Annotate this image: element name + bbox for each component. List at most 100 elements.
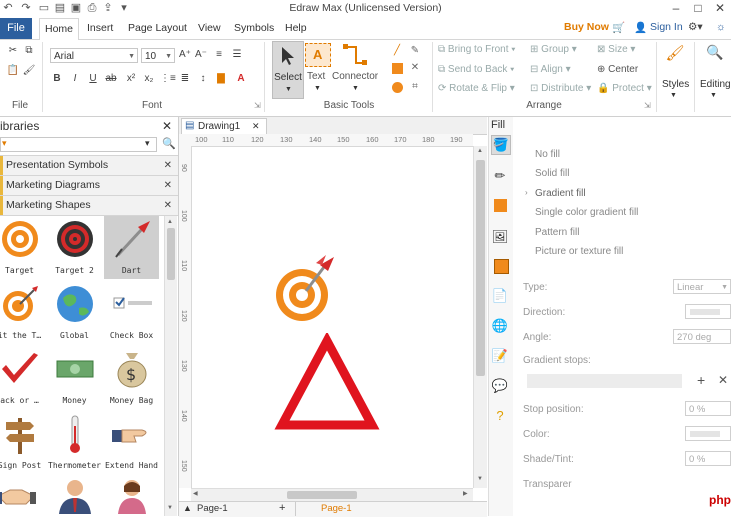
vertical-scroll-thumb[interactable] (476, 160, 485, 376)
redo-icon[interactable]: ↷ (20, 2, 32, 14)
document-tab-close-icon[interactable]: ✕ (252, 121, 260, 132)
gradient-type-select[interactable]: Linear ▼ (673, 279, 731, 294)
connector-dropdown-icon[interactable]: ▼ (352, 85, 359, 92)
drawing-canvas[interactable] (192, 147, 473, 488)
align-button[interactable]: ⊟ Align ▾ (530, 64, 571, 75)
shape-target-2[interactable]: Target 2 (47, 216, 102, 279)
paste-icon[interactable]: 📋 (6, 64, 20, 78)
new-icon[interactable]: ▭ (38, 2, 50, 14)
styles-dropdown-icon[interactable]: ▼ (670, 92, 677, 99)
highlight-icon[interactable]: ▇ (214, 72, 228, 86)
tab-page-layout[interactable]: Page Layout (128, 18, 187, 39)
buy-now-link[interactable]: Buy Now (564, 21, 609, 33)
remove-stop-icon[interactable]: ✕ (718, 373, 728, 387)
scroll-left-icon[interactable]: ◀ (193, 490, 198, 497)
library-search-button-icon[interactable]: 🔍 (162, 137, 176, 150)
library-scroll-thumb[interactable] (167, 228, 175, 280)
distribute-button[interactable]: ⊡ Distribute ▾ (530, 83, 591, 94)
strikethrough-icon[interactable]: ab (104, 72, 118, 86)
shape-businesswoman[interactable] (112, 478, 152, 514)
connector-label[interactable]: Connector (332, 71, 378, 82)
size-button[interactable]: ⊠ Size ▾ (597, 44, 635, 55)
scroll-down-icon[interactable]: ▼ (477, 476, 483, 482)
layer-tool-icon[interactable] (494, 259, 509, 274)
shape-dart[interactable]: Dart (104, 216, 159, 279)
color-picker[interactable] (685, 426, 731, 441)
export-icon[interactable]: ⇪ (102, 2, 114, 14)
styles-label[interactable]: Styles (662, 79, 689, 90)
font-dialog-launcher-icon[interactable]: ⇲ (254, 101, 261, 110)
select-tool-button[interactable]: Select ▼ (272, 41, 304, 99)
scroll-up-icon[interactable]: ▲ (477, 148, 483, 154)
settings-gear-icon[interactable]: ⚙▾ (688, 21, 703, 33)
canvas-vertical-scrollbar[interactable]: ▲ ▼ (473, 146, 487, 488)
shape-handshake[interactable] (0, 478, 36, 514)
help-icon[interactable]: ? (491, 407, 509, 425)
group-button[interactable]: ⊞ Group ▾ (530, 44, 577, 55)
crop-tool-icon[interactable]: ✕ (408, 61, 422, 75)
angle-input[interactable]: 270 deg (673, 329, 731, 344)
library-category-presentation-symbols[interactable]: Presentation Symbols ✕ (0, 155, 178, 176)
libraries-close-icon[interactable]: ✕ (162, 119, 172, 133)
skin-icon[interactable]: ☼ (716, 21, 726, 33)
library-category-marketing-diagrams[interactable]: Marketing Diagrams ✕ (0, 175, 178, 196)
bullets-icon[interactable]: ☰ (230, 48, 244, 62)
shadow-tool-icon[interactable] (494, 199, 507, 212)
stop-position-input[interactable]: 0 % (685, 401, 731, 416)
customize-icon[interactable]: ▾ (118, 2, 130, 14)
library-search-dropdown-icon[interactable]: ▾ (145, 138, 150, 149)
page-select-label[interactable]: Page-1 (197, 503, 228, 514)
open-icon[interactable]: ▤ (54, 2, 66, 14)
category-close-icon[interactable]: ✕ (164, 196, 172, 215)
fill-option-single-color-gradient[interactable]: Single color gradient fill (535, 207, 638, 218)
shade-tint-input[interactable]: 0 % (685, 451, 731, 466)
tab-view[interactable]: View (198, 18, 221, 39)
library-search-input[interactable]: ▾ ▾ (0, 137, 157, 152)
send-to-back-button[interactable]: ⧉ Send to Back ▾ (438, 64, 514, 75)
shape-sign-post[interactable]: Sign Post (0, 411, 47, 474)
shape-check-box[interactable]: Check Box (104, 281, 159, 344)
shape-hit-the-target[interactable]: it the T… (0, 281, 47, 344)
pen-tool-icon[interactable]: ╱ (390, 44, 404, 58)
shape-money-bag[interactable]: $ Money Bag (104, 346, 159, 409)
hyperlink-globe-icon[interactable]: 🌐 (491, 317, 509, 335)
library-scroll-up-icon[interactable]: ▲ (167, 219, 173, 225)
add-page-icon[interactable]: + (279, 502, 285, 514)
tab-home[interactable]: Home (39, 18, 79, 41)
close-icon[interactable]: ✕ (712, 1, 728, 15)
text-tool-label[interactable]: Text (307, 71, 325, 82)
fill-option-pattern-fill[interactable]: Pattern fill (535, 227, 579, 238)
shape-businessman[interactable] (55, 478, 95, 514)
rotate-flip-button[interactable]: ⟳ Rotate & Flip ▾ (438, 83, 515, 94)
canvas-horizontal-scrollbar[interactable]: ◀ ▶ (191, 488, 473, 501)
shape-thermometer[interactable]: Thermometer (47, 411, 102, 474)
add-stop-icon[interactable]: + (697, 372, 705, 388)
font-color-icon[interactable]: A (234, 72, 248, 86)
font-size-select[interactable]: 10 ▼ (141, 48, 175, 63)
note-icon[interactable]: 📝 (491, 347, 509, 365)
sign-in-link[interactable]: Sign In (650, 21, 683, 33)
cart-icon[interactable]: 🛒 (612, 21, 625, 34)
undo-icon[interactable]: ↶ (2, 2, 14, 14)
image-tool-icon[interactable]: 🖼 (491, 228, 509, 246)
ellipse-tool-icon[interactable] (392, 82, 403, 93)
superscript-icon[interactable]: x² (124, 72, 138, 86)
tab-symbols[interactable]: Symbols (234, 18, 274, 39)
page-setup-icon[interactable]: 📄 (491, 287, 509, 305)
library-scroll-down-icon[interactable]: ▼ (167, 505, 173, 511)
shape-check-mark[interactable]: ack or … (0, 346, 47, 409)
cut-icon[interactable]: ✂ (6, 44, 20, 58)
fill-option-gradient-fill[interactable]: Gradient fill (535, 188, 586, 199)
horizontal-scroll-thumb[interactable] (287, 491, 357, 499)
protect-button[interactable]: 🔒 Protect ▾ (597, 83, 652, 94)
minimize-icon[interactable]: – (668, 1, 684, 15)
editing-label[interactable]: Editing (700, 79, 731, 90)
styles-icon[interactable]: 🖌 (664, 44, 686, 66)
bring-to-front-button[interactable]: ⧉ Bring to Front ▾ (438, 44, 516, 55)
editing-search-icon[interactable]: 🔍 (704, 44, 726, 66)
copy-icon[interactable]: ⧉ (22, 44, 36, 58)
print-icon[interactable]: ⎙ (86, 2, 98, 14)
fill-option-solid-fill[interactable]: Solid fill (535, 168, 569, 179)
page-tab[interactable]: Page-1 (321, 503, 352, 514)
paragraph-icon[interactable]: ≡ (212, 48, 226, 62)
